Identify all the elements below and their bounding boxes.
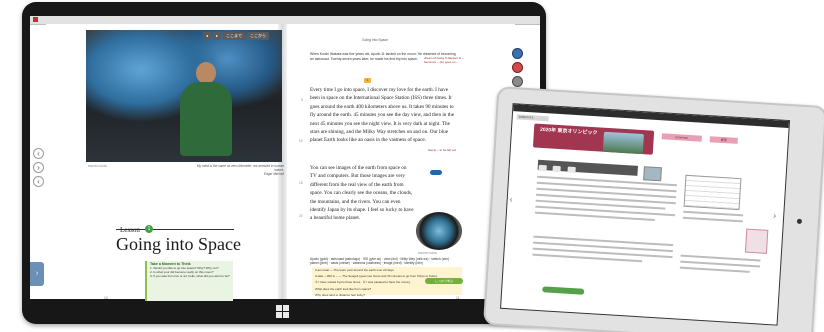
chevron-right-icon[interactable]: › bbox=[773, 210, 777, 220]
chevron-right-icon[interactable]: › bbox=[33, 162, 44, 173]
vocabulary-list: Apollo (gold) · astronaut (astrologo) · … bbox=[310, 257, 452, 266]
home-button-icon[interactable] bbox=[796, 218, 803, 224]
ipad-screen: Lesson 2-1 2020年 東京オリンピック Grammar 表現 ‹ › bbox=[500, 103, 791, 326]
left-page-number: 10 bbox=[104, 296, 108, 300]
ipad-tool-button[interactable] bbox=[567, 166, 576, 174]
astronaut-figure bbox=[178, 62, 234, 156]
ipad-table bbox=[683, 174, 742, 211]
product-scene: PHOTO DATA My mind is the same as zero-k… bbox=[0, 0, 824, 332]
running-header: Going into Space bbox=[362, 38, 389, 42]
intro-gloss: dream of being X-happen to ~ becomes ~ (… bbox=[424, 56, 464, 64]
ipad-green-button[interactable] bbox=[542, 286, 585, 295]
line-number: 5 bbox=[301, 98, 303, 102]
prev-page-button[interactable]: ◂ bbox=[203, 32, 212, 40]
text-line bbox=[683, 210, 744, 217]
eraser-tool-icon[interactable] bbox=[512, 76, 523, 87]
section-marker: 1 bbox=[364, 78, 371, 83]
ipad-illustration bbox=[744, 228, 769, 254]
pointer-tool-icon[interactable] bbox=[512, 48, 523, 59]
side-panel-tab[interactable]: › bbox=[30, 262, 44, 286]
ipad-tool-button[interactable] bbox=[538, 164, 547, 172]
photo-caption-left: PHOTO DATA bbox=[88, 164, 108, 168]
ipad-toolbar bbox=[537, 159, 638, 176]
think-item: 3. If you saw from live or art, hello, w… bbox=[150, 274, 230, 278]
ipad-header-expression: 表現 bbox=[709, 136, 738, 144]
side-gloss: feel at ~ to be left out bbox=[428, 148, 457, 152]
question-line: Why does land to distance feel lucky? bbox=[315, 292, 366, 297]
lesson-label: Lesson bbox=[120, 226, 140, 234]
ipad-photo bbox=[643, 166, 662, 182]
line-number: 20 bbox=[299, 214, 303, 218]
stadium-photo bbox=[602, 131, 644, 155]
porthole-photo bbox=[416, 212, 462, 250]
close-icon[interactable] bbox=[33, 17, 38, 22]
study-button[interactable]: しっかり学ぶ bbox=[425, 278, 463, 284]
ipad-lesson-strip: Lesson 2-1 bbox=[516, 114, 549, 122]
text-line bbox=[679, 266, 750, 273]
think-box: Take a Moment to Think 1. Would you like… bbox=[145, 261, 233, 301]
photo-credit: Edgar Mitchell bbox=[263, 172, 284, 176]
text-line bbox=[682, 216, 743, 223]
line-number: 15 bbox=[299, 181, 303, 185]
chevron-left-icon[interactable]: ‹ bbox=[33, 148, 44, 159]
body-text: Every time I go into space, I discover m… bbox=[310, 87, 455, 144]
range-start-button[interactable]: ここから bbox=[247, 32, 270, 40]
photo-caption-quote: My mind is the same as zero-kilometer, n… bbox=[196, 164, 284, 176]
pen-tool-icon[interactable] bbox=[512, 62, 523, 73]
ipad-device: Lesson 2-1 2020年 東京オリンピック Grammar 表現 ‹ › bbox=[483, 86, 824, 332]
viewer-toolbar: ◂ ▸ ここまで ここから bbox=[203, 32, 270, 40]
porthole-caption: PHOTO DATA bbox=[418, 251, 438, 255]
chevron-left-icon[interactable]: ‹ bbox=[509, 194, 513, 204]
audio-icon[interactable] bbox=[430, 170, 442, 175]
chevron-left-icon[interactable]: ‹ bbox=[33, 176, 44, 187]
ipad-header-grammar: Grammar bbox=[661, 133, 702, 142]
lesson-number-badge: 1 bbox=[145, 225, 153, 233]
next-page-button[interactable]: ▸ bbox=[213, 32, 222, 40]
right-page-number: 11 bbox=[456, 296, 460, 300]
range-end-button[interactable]: ここまで bbox=[223, 32, 246, 40]
windows-logo-icon[interactable] bbox=[276, 305, 290, 319]
line-number: 10 bbox=[299, 139, 303, 143]
ipad-tool-button[interactable] bbox=[552, 165, 562, 173]
lesson-title: Going into Space bbox=[116, 234, 241, 254]
body-text-2: You can see images of the earth from spa… bbox=[310, 165, 414, 222]
astronaut-photo bbox=[86, 30, 282, 162]
